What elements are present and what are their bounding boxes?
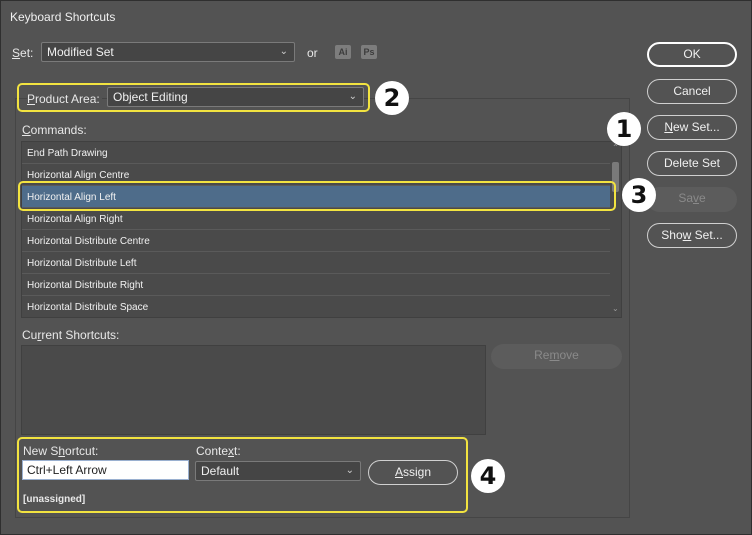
set-dropdown[interactable]: Modified Set ⌄ (41, 42, 295, 62)
chevron-down-icon: ⌄ (279, 46, 288, 57)
command-item[interactable]: End Path Drawing (22, 142, 612, 164)
callout-1: 1 (607, 112, 641, 146)
set-label: Set: (12, 46, 34, 60)
window-title: Keyboard Shortcuts (10, 10, 116, 24)
ok-button[interactable]: OK (647, 42, 737, 67)
commands-list[interactable]: End Path Drawing Horizontal Align Centre… (21, 141, 622, 318)
command-item[interactable]: Horizontal Distribute Centre (22, 230, 612, 252)
callout-2: 2 (375, 81, 409, 115)
keyboard-shortcuts-dialog: Keyboard Shortcuts Set: Modified Set ⌄ o… (0, 0, 752, 535)
current-shortcuts-label: Current Shortcuts: (22, 328, 120, 342)
delete-set-button[interactable]: Delete Set (647, 151, 737, 176)
remove-button[interactable]: Remove (491, 344, 622, 369)
callout-4: 4 (471, 459, 505, 493)
command-item[interactable]: Horizontal Align Right (22, 208, 612, 230)
or-label: or (307, 46, 318, 60)
current-shortcuts-list[interactable] (21, 345, 486, 435)
new-set-button[interactable]: New Set... (647, 115, 737, 140)
commands-label: Commands: (22, 123, 87, 137)
command-item[interactable]: Horizontal Distribute Space (22, 296, 612, 317)
highlight-new-shortcut (17, 437, 468, 513)
highlight-product-area (17, 83, 370, 112)
highlight-selected-command (18, 181, 616, 211)
show-set-button[interactable]: Show Set... (647, 223, 737, 248)
save-button[interactable]: Save (647, 187, 737, 212)
command-item[interactable]: Horizontal Distribute Left (22, 252, 612, 274)
commands-scrollbar[interactable]: ⌃ ⌄ (610, 142, 621, 317)
photoshop-icon[interactable]: Ps (361, 45, 377, 59)
scroll-down-icon[interactable]: ⌄ (612, 304, 619, 313)
cancel-button[interactable]: Cancel (647, 79, 737, 104)
set-dropdown-value: Modified Set (47, 45, 114, 59)
illustrator-icon[interactable]: Ai (335, 45, 351, 59)
command-item[interactable]: Horizontal Distribute Right (22, 274, 612, 296)
callout-3: 3 (622, 178, 656, 212)
title-bar[interactable]: Keyboard Shortcuts (1, 1, 751, 32)
